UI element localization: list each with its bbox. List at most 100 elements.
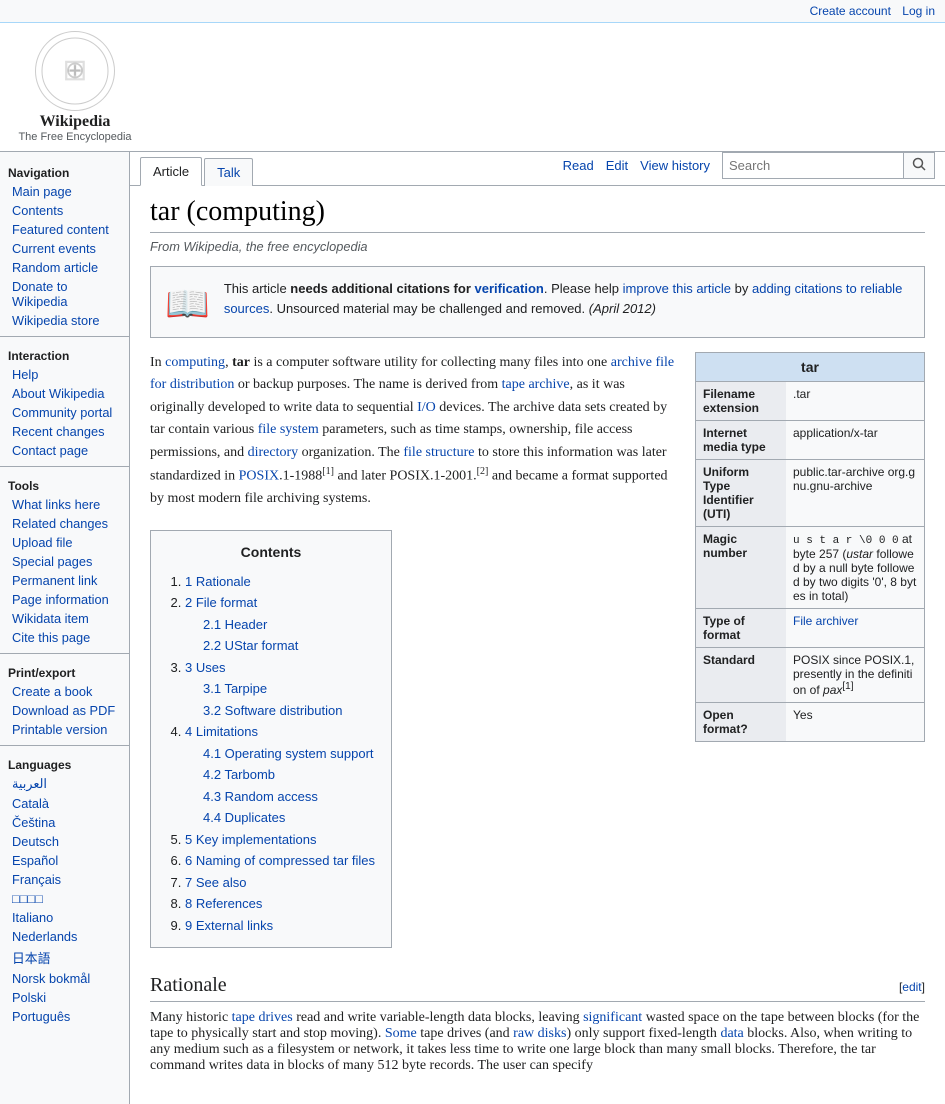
tab-talk[interactable]: Talk bbox=[204, 158, 253, 186]
sidebar-item-polski[interactable]: Polski bbox=[0, 988, 129, 1007]
edit-link-tab[interactable]: Edit bbox=[606, 158, 628, 173]
tape-drives-link[interactable]: tape drives bbox=[232, 1010, 293, 1025]
significant-link[interactable]: significant bbox=[583, 1010, 642, 1025]
citation-text: This article needs additional citations … bbox=[224, 279, 910, 318]
search-input[interactable] bbox=[723, 154, 903, 177]
verification-link[interactable]: verification bbox=[475, 281, 544, 296]
sidebar-item-featured[interactable]: Featured content bbox=[0, 220, 129, 239]
view-history-link[interactable]: View history bbox=[640, 158, 710, 173]
sidebar-item-contents[interactable]: Contents bbox=[0, 201, 129, 220]
tab-article[interactable]: Article bbox=[140, 157, 202, 186]
citation-icon: 📖 bbox=[165, 283, 210, 325]
print-section-title: Print/export bbox=[0, 660, 129, 682]
toc-link-ustar[interactable]: 2.2 UStar format bbox=[203, 638, 298, 653]
sidebar-item-contact[interactable]: Contact page bbox=[0, 441, 129, 460]
sidebar-item-main-page[interactable]: Main page bbox=[0, 182, 129, 201]
sidebar-item-cjk[interactable]: □□□□ bbox=[0, 889, 129, 908]
sidebar-item-nederlands[interactable]: Nederlands bbox=[0, 927, 129, 946]
file-archiver-link[interactable]: File archiver bbox=[793, 614, 858, 628]
archive-link[interactable]: archive file for distribution bbox=[150, 355, 674, 392]
sidebar-item-random[interactable]: Random article bbox=[0, 258, 129, 277]
sidebar-item-deutsch[interactable]: Deutsch bbox=[0, 832, 129, 851]
sidebar-item-wikidata[interactable]: Wikidata item bbox=[0, 609, 129, 628]
rationale-heading: Rationale [edit] bbox=[150, 974, 925, 1002]
toc-link-rationale[interactable]: 1 Rationale bbox=[185, 574, 251, 589]
toc-item-6: 6 Naming of compressed tar files bbox=[185, 851, 375, 871]
toc-item-2: 2 File format 2.1 Header 2.2 UStar forma… bbox=[185, 593, 375, 656]
toc-item-4-2: 4.2 Tarbomb bbox=[203, 765, 375, 785]
sidebar-item-page-info[interactable]: Page information bbox=[0, 590, 129, 609]
rationale-edit-link: [edit] bbox=[899, 980, 925, 994]
toc-link-naming[interactable]: 6 Naming of compressed tar files bbox=[185, 853, 375, 868]
infobox-label-filename: Filename extension bbox=[696, 382, 786, 420]
toc-link-key-impl[interactable]: 5 Key implementations bbox=[185, 832, 317, 847]
io-link[interactable]: I/O bbox=[417, 400, 436, 415]
sidebar-item-francais[interactable]: Français bbox=[0, 870, 129, 889]
toc-link-tarpipe[interactable]: 3.1 Tarpipe bbox=[203, 681, 267, 696]
sidebar-item-what-links[interactable]: What links here bbox=[0, 495, 129, 514]
sidebar-item-about[interactable]: About Wikipedia bbox=[0, 384, 129, 403]
sidebar-item-japanese[interactable]: 日本語 bbox=[0, 946, 129, 969]
toc-link-see-also[interactable]: 7 See also bbox=[185, 875, 246, 890]
toc-link-limitations[interactable]: 4 Limitations bbox=[185, 724, 258, 739]
logo-subtitle: The Free Encyclopedia bbox=[18, 131, 131, 143]
toc-link-tarbomb[interactable]: 4.2 Tarbomb bbox=[203, 767, 275, 782]
sidebar-item-store[interactable]: Wikipedia store bbox=[0, 311, 129, 330]
raw-disks-link[interactable]: raw disks bbox=[513, 1026, 566, 1041]
sidebar-item-donate[interactable]: Donate to Wikipedia bbox=[0, 277, 129, 311]
data-blocks-link[interactable]: data bbox=[720, 1026, 743, 1041]
sidebar-item-arabic[interactable]: العربية bbox=[0, 774, 129, 794]
wikipedia-logo[interactable]: ⊕ ⊞ bbox=[35, 31, 115, 111]
sidebar-item-create-book[interactable]: Create a book bbox=[0, 682, 129, 701]
article-title: tar (computing) bbox=[150, 196, 925, 233]
toc-link-external[interactable]: 9 External links bbox=[185, 918, 273, 933]
sidebar-item-cite[interactable]: Cite this page bbox=[0, 628, 129, 647]
sidebar-item-current-events[interactable]: Current events bbox=[0, 239, 129, 258]
sidebar-item-special[interactable]: Special pages bbox=[0, 552, 129, 571]
sidebar-item-cestina[interactable]: Čeština bbox=[0, 813, 129, 832]
toc-item-4-4: 4.4 Duplicates bbox=[203, 808, 375, 828]
filesystem-link[interactable]: file system bbox=[258, 422, 319, 437]
toc-link-uses[interactable]: 3 Uses bbox=[185, 660, 225, 675]
infobox-label-type: Type of format bbox=[696, 609, 786, 647]
sidebar-item-italiano[interactable]: Italiano bbox=[0, 908, 129, 927]
toc-link-random-access[interactable]: 4.3 Random access bbox=[203, 789, 318, 804]
sidebar-item-permanent[interactable]: Permanent link bbox=[0, 571, 129, 590]
toc-link-software-dist[interactable]: 3.2 Software distribution bbox=[203, 703, 342, 718]
toc-link-duplicates[interactable]: 4.4 Duplicates bbox=[203, 810, 285, 825]
log-in-link[interactable]: Log in bbox=[902, 4, 935, 18]
sidebar-item-recent[interactable]: Recent changes bbox=[0, 422, 129, 441]
sidebar-item-printable[interactable]: Printable version bbox=[0, 720, 129, 739]
rationale-edit-anchor[interactable]: edit bbox=[902, 980, 921, 994]
navigation-section-title: Navigation bbox=[0, 160, 129, 182]
toc-link-references[interactable]: 8 References bbox=[185, 896, 262, 911]
sidebar-item-portuguese[interactable]: Português bbox=[0, 1007, 129, 1026]
top-bar: Create account Log in bbox=[0, 0, 945, 23]
search-button[interactable] bbox=[903, 153, 934, 178]
languages-section-title: Languages bbox=[0, 752, 129, 774]
contents-box: Contents 1 Rationale 2 File format 2.1 H… bbox=[150, 530, 392, 948]
tape-archive-link[interactable]: tape archive bbox=[502, 377, 570, 392]
sidebar-item-download-pdf[interactable]: Download as PDF bbox=[0, 701, 129, 720]
toc-link-header[interactable]: 2.1 Header bbox=[203, 617, 267, 632]
sidebar-item-norwegian[interactable]: Norsk bokmål bbox=[0, 969, 129, 988]
article-subtitle: From Wikipedia, the free encyclopedia bbox=[150, 239, 925, 254]
improve-article-link[interactable]: improve this article bbox=[623, 281, 731, 296]
sidebar-item-related-changes[interactable]: Related changes bbox=[0, 514, 129, 533]
read-link[interactable]: Read bbox=[563, 158, 594, 173]
some-link[interactable]: Some bbox=[385, 1026, 417, 1041]
sidebar-item-upload[interactable]: Upload file bbox=[0, 533, 129, 552]
infobox-value-media: application/x-tar bbox=[786, 421, 924, 459]
sidebar-item-espanol[interactable]: Español bbox=[0, 851, 129, 870]
sidebar-item-community[interactable]: Community portal bbox=[0, 403, 129, 422]
toc-link-format[interactable]: 2 File format bbox=[185, 595, 257, 610]
sidebar-item-catala[interactable]: Català bbox=[0, 794, 129, 813]
file-structure-link[interactable]: file structure bbox=[403, 445, 474, 460]
logo-area: ⊕ ⊞ Wikipedia The Free Encyclopedia bbox=[10, 31, 140, 143]
create-account-link[interactable]: Create account bbox=[810, 4, 891, 18]
toc-link-os[interactable]: 4.1 Operating system support bbox=[203, 746, 374, 761]
computing-link[interactable]: computing bbox=[165, 355, 225, 370]
posix-link[interactable]: POSIX bbox=[239, 469, 279, 484]
directory-link[interactable]: directory bbox=[248, 445, 299, 460]
sidebar-item-help[interactable]: Help bbox=[0, 365, 129, 384]
